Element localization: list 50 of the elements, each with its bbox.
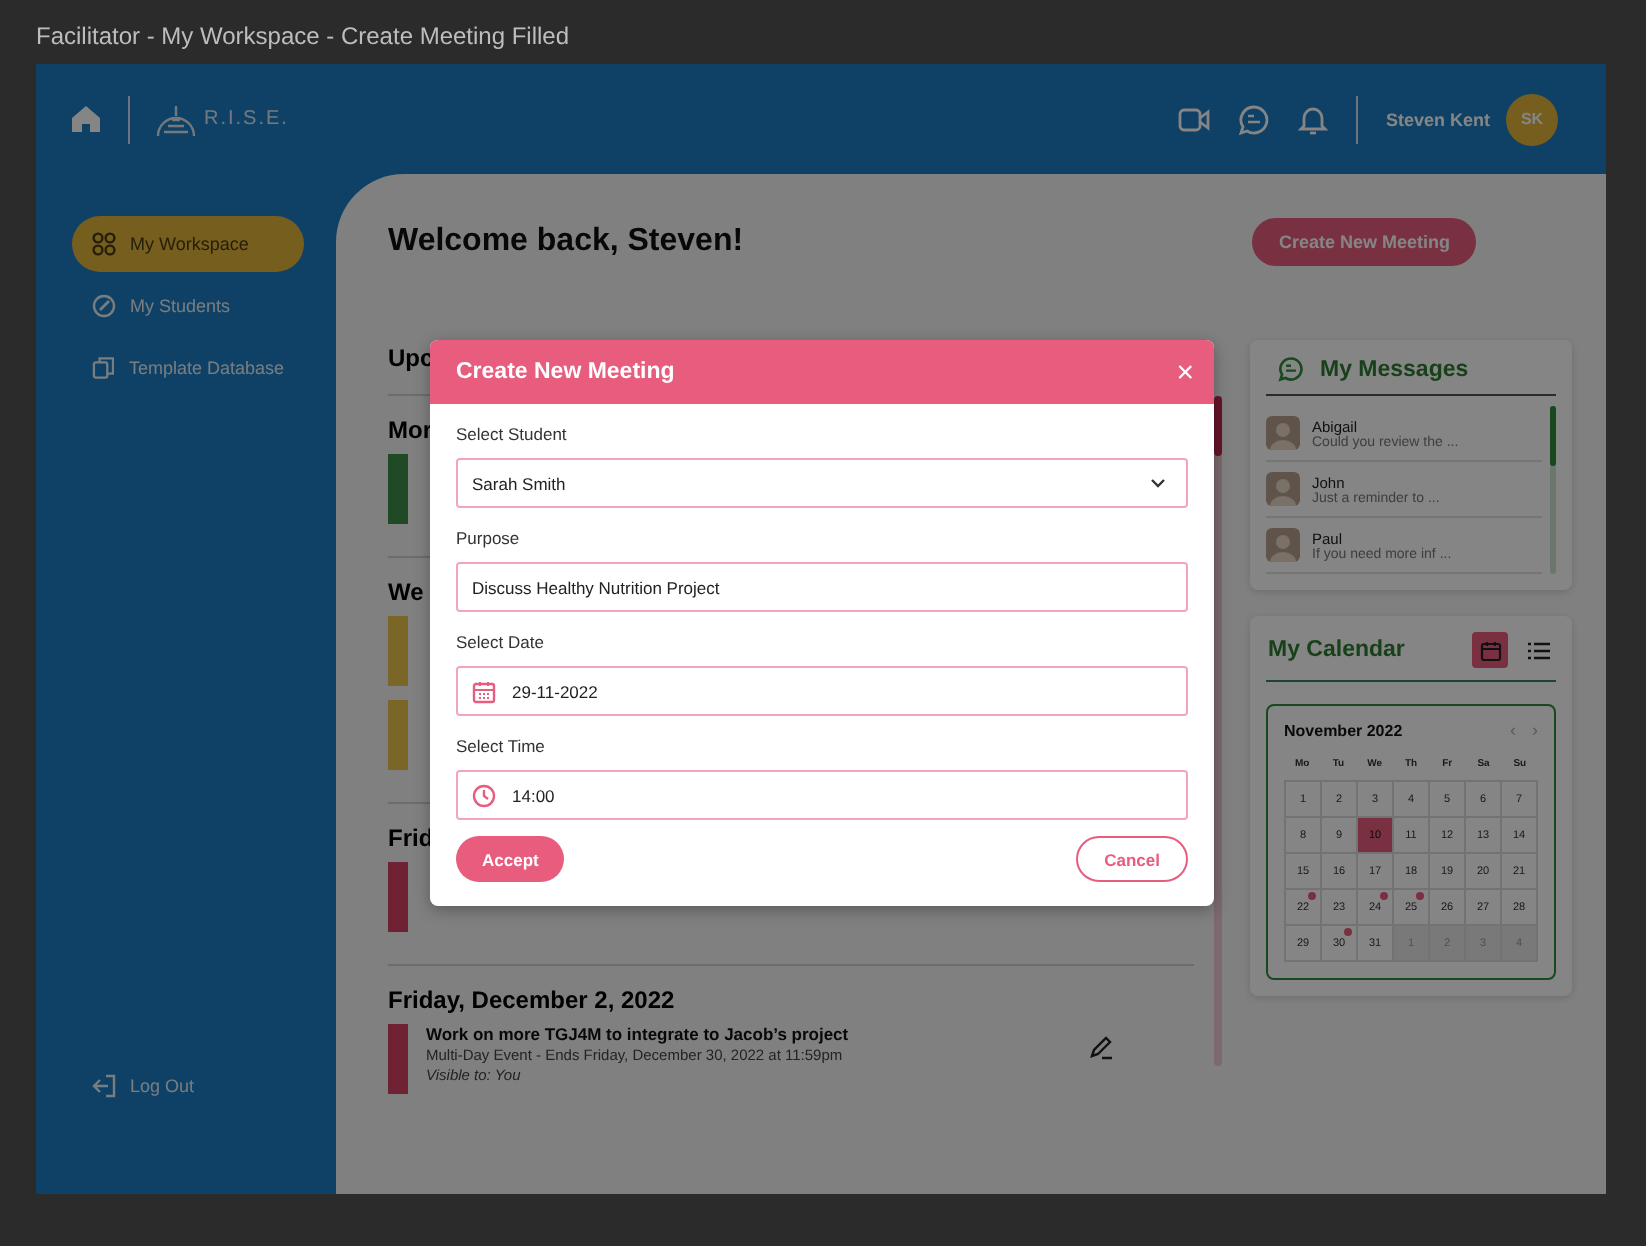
user-name: Steven Kent — [1385, 109, 1490, 129]
window-title: Facilitator - My Workspace - Create Meeting Filled — [36, 22, 570, 50]
documents-icon — [92, 356, 115, 380]
section-heading: Upc — [388, 344, 434, 372]
calendar-icon — [472, 679, 496, 703]
view-toggle[interactable] — [1472, 632, 1508, 668]
create-meeting-button[interactable]: Create New Meeting — [1252, 218, 1476, 266]
welcome-heading: Welcome back, Steven! — [388, 224, 744, 260]
input-field[interactable]: 29-11-2022 — [456, 666, 1188, 716]
chat-icon — [1278, 356, 1304, 382]
chat-icon[interactable] — [1237, 103, 1270, 135]
scrollbar[interactable] — [1550, 406, 1556, 574]
sidebar-item[interactable]: Template Database — [72, 340, 304, 396]
section-heading: We — [388, 578, 424, 606]
field-label: Select Date — [456, 632, 546, 652]
grid-icon — [92, 232, 116, 256]
field-label: Purpose — [456, 528, 522, 548]
input-field[interactable]: 14:00 — [456, 770, 1188, 820]
avatar-icon — [1266, 472, 1300, 506]
edit-icon[interactable] — [1090, 1036, 1114, 1060]
scrollbar[interactable] — [1214, 396, 1222, 1066]
chevron-down-icon — [1150, 478, 1166, 488]
logout-button[interactable]: Log Out — [72, 1058, 304, 1114]
avatar-icon — [1266, 528, 1300, 562]
sidebar-item[interactable]: My Students — [72, 278, 304, 334]
close-button[interactable]: × — [1176, 357, 1194, 387]
calendar-title: My Calendar — [1268, 638, 1405, 662]
messages-title: My Messages — [1320, 357, 1469, 381]
student-dropdown[interactable]: Sarah Smith — [456, 458, 1188, 508]
bell-icon[interactable] — [1297, 103, 1328, 135]
home-icon[interactable] — [72, 106, 100, 132]
section-heading: Mor — [388, 416, 432, 444]
clock-icon — [472, 783, 496, 807]
event-title[interactable]: Work on more TGJ4M to integrate to Jacob’s project — [426, 1024, 1072, 1044]
logout-icon — [92, 1074, 116, 1098]
list-icon — [1527, 641, 1549, 659]
field-label: Select Student — [456, 424, 569, 444]
video-camera-icon[interactable] — [1177, 107, 1210, 131]
calendar-icon — [1479, 639, 1501, 661]
avatar-icon — [1266, 416, 1300, 450]
logo-text: R.I.S.E. — [204, 108, 289, 130]
cancel-button[interactable]: Cancel — [1076, 836, 1188, 882]
month-label: November 2022 — [1284, 721, 1403, 739]
accept-button[interactable]: Accept — [456, 836, 565, 882]
sidebar-item[interactable]: My Workspace — [72, 216, 304, 272]
pencil-circle-icon — [92, 294, 116, 318]
field-label: Select Time — [456, 736, 547, 756]
section-heading: Friday, December 2, 2022 — [388, 986, 675, 1014]
input-field[interactable]: Discuss Healthy Nutrition Project — [456, 562, 1188, 612]
dialog-title: Create New Meeting — [456, 360, 675, 384]
